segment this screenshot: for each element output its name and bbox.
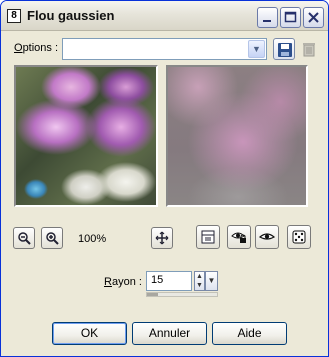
chevron-down-icon: ▼ — [207, 276, 216, 285]
cancel-button[interactable]: Annuler — [132, 322, 207, 345]
ok-button[interactable]: OK — [52, 322, 127, 345]
minimize-button[interactable] — [257, 7, 278, 28]
move-arrows-icon — [155, 231, 169, 245]
zoom-in-icon — [46, 232, 59, 245]
close-button[interactable] — [303, 7, 324, 28]
eye-icon — [259, 233, 275, 240]
preview-layout-button[interactable] — [196, 225, 220, 249]
save-preset-button[interactable] — [273, 38, 295, 60]
zoom-in-button[interactable] — [41, 227, 63, 249]
radius-slider-fill — [147, 293, 158, 296]
save-icon — [278, 43, 292, 57]
radius-slider[interactable] — [146, 292, 218, 297]
radius-label: Rayon : — [104, 276, 142, 288]
pan-button[interactable] — [151, 227, 173, 249]
maximize-icon — [284, 11, 297, 23]
title-bar[interactable]: 8 Flou gaussien — [1, 1, 328, 31]
gaussian-blur-dialog: 8 Flou gaussien Options : ▼ 100% Rayon:… — [0, 0, 329, 357]
source-preview-image[interactable] — [14, 65, 158, 207]
radius-slider-dropdown[interactable]: ▼ — [205, 271, 218, 291]
spin-down-icon[interactable]: ▼ — [195, 281, 204, 290]
chevron-down-icon[interactable]: ▼ — [248, 40, 265, 58]
radius-input[interactable]: 15 — [146, 271, 192, 291]
options-preset-combo[interactable]: ▼ — [62, 38, 267, 60]
minimize-icon — [263, 20, 271, 22]
toggle-preview-button[interactable] — [255, 225, 279, 249]
zoom-out-icon — [18, 232, 31, 245]
maximize-button[interactable] — [280, 7, 301, 28]
app-icon: 8 — [7, 9, 21, 23]
layout-panel-icon — [201, 230, 215, 244]
zoom-level: 100% — [78, 233, 107, 245]
zoom-out-button[interactable] — [13, 227, 35, 249]
eye-lock-icon — [231, 232, 246, 243]
lock-preview-button[interactable] — [227, 225, 251, 249]
close-icon — [308, 12, 319, 23]
randomize-button[interactable] — [287, 225, 311, 249]
dice-icon — [292, 230, 306, 244]
delete-preset-button[interactable] — [298, 38, 320, 60]
spin-up-icon[interactable]: ▲ — [195, 272, 204, 281]
radius-spinner[interactable]: ▲ ▼ — [194, 271, 205, 291]
options-label: Options : — [14, 42, 59, 54]
result-preview-image[interactable] — [166, 65, 308, 207]
dialog-title: Flou gaussien — [27, 8, 115, 23]
trash-icon — [303, 43, 315, 57]
help-button[interactable]: Aide — [212, 322, 287, 345]
